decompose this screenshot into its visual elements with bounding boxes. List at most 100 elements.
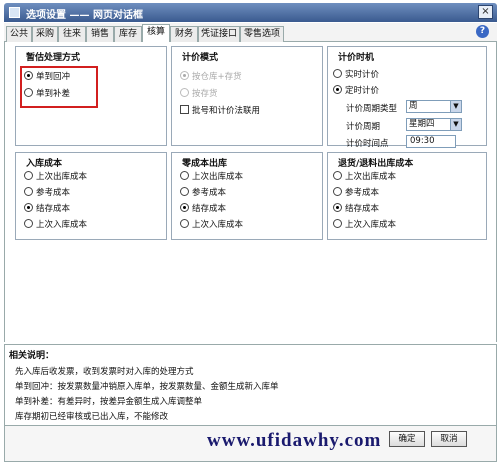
option-label: 上次入库成本 <box>345 220 397 230</box>
radio-button <box>24 203 33 212</box>
period-select[interactable]: 星期四 ▼ <box>406 118 462 131</box>
option-label: 结存成本 <box>192 204 227 214</box>
period-type-label: 计价周期类型 <box>346 104 398 114</box>
period-type-select[interactable]: 周 ▼ <box>406 100 462 113</box>
radio-button <box>333 171 342 180</box>
tab-purchase[interactable]: 采购 <box>32 26 58 42</box>
tab-sales[interactable]: 销售 <box>86 26 114 42</box>
tab-finance[interactable]: 财务 <box>170 26 198 42</box>
option-label: 结存成本 <box>36 204 71 214</box>
option-label: 结存成本 <box>345 204 380 214</box>
close-button[interactable]: × <box>478 5 493 19</box>
window-title: 选项设置 —— 网页对话框 <box>26 10 143 21</box>
notes-line: 先入库后收发票，收到发票时对入库的处理方式 <box>15 367 194 377</box>
provisional-handling-group: 暂估处理方式 单到回冲 单到补差 <box>15 46 167 146</box>
notes-line: 单到回冲：按发票数量冲销原入库单，按发票数量、金额生成新入库单 <box>15 382 279 392</box>
radio-button <box>333 85 342 94</box>
option-label: 上次出库成本 <box>192 172 244 182</box>
ok-button[interactable]: 确定 <box>389 431 425 447</box>
radio-button <box>333 69 342 78</box>
help-icon[interactable]: ? <box>476 25 489 38</box>
window-icon <box>9 7 20 18</box>
group-title: 计价时机 <box>338 53 375 63</box>
radio-button <box>180 203 189 212</box>
radio-by-warehouse-stock[interactable]: 按仓库+存货 <box>180 71 242 83</box>
option-label: 上次入库成本 <box>192 220 244 230</box>
title-bar: 选项设置 —— 网页对话框 × <box>4 3 497 22</box>
radio-button <box>180 71 189 80</box>
tab-costing[interactable]: 核算 <box>142 24 170 43</box>
option-label: 按仓库+存货 <box>192 72 242 82</box>
group-title: 入库成本 <box>26 159 63 169</box>
radio-button <box>180 88 189 97</box>
radio-single-difference[interactable]: 单到补差 <box>24 88 70 100</box>
option-label: 上次出库成本 <box>345 172 397 182</box>
pricing-mode-group: 计价模式 按仓库+存货 按存货 批号和计价法联用 <box>171 46 323 146</box>
tab-voucher-interface[interactable]: 凭证接口 <box>198 26 240 42</box>
return-outbound-cost-group: 退货/退料出库成本 上次出库成本 参考成本 结存成本 上次入库成本 <box>327 152 487 240</box>
option-label: 按存货 <box>192 89 218 99</box>
tab-accounts[interactable]: 往来 <box>58 26 86 42</box>
notes-title: 相关说明： <box>9 351 55 361</box>
option-label: 上次出库成本 <box>36 172 88 182</box>
zero-cost-outbound-group: 零成本出库 上次出库成本 参考成本 结存成本 上次入库成本 <box>171 152 323 240</box>
radio-button <box>180 187 189 196</box>
chevron-down-icon: ▼ <box>450 101 461 112</box>
checkbox-batch-pricing[interactable]: 批号和计价法联用 <box>180 105 260 117</box>
radio-button <box>24 88 33 97</box>
radio-reference-cost[interactable]: 参考成本 <box>24 187 70 199</box>
inbound-cost-group: 入库成本 上次出库成本 参考成本 结存成本 上次入库成本 <box>15 152 167 240</box>
option-label: 实时计价 <box>345 70 380 80</box>
radio-scheduled-pricing[interactable]: 定时计价 <box>333 85 379 97</box>
tab-inventory[interactable]: 库存 <box>114 26 142 42</box>
group-title: 暂估处理方式 <box>26 53 81 63</box>
tab-general[interactable]: 公共 <box>6 26 32 42</box>
radio-last-inbound-cost[interactable]: 上次入库成本 <box>24 219 87 231</box>
option-label: 单到补差 <box>36 89 71 99</box>
radio-single-reversal[interactable]: 单到回冲 <box>24 71 70 83</box>
radio-button <box>24 71 33 80</box>
radio-button <box>180 171 189 180</box>
radio-last-outbound-cost[interactable]: 上次出库成本 <box>24 171 87 183</box>
cancel-button[interactable]: 取消 <box>431 431 467 447</box>
options-dialog: 选项设置 —— 网页对话框 × 公共 采购 往来 销售 库存 核算 财务 凭证接… <box>0 0 500 465</box>
radio-button <box>180 219 189 228</box>
option-label: 参考成本 <box>345 188 380 198</box>
notes-line: 库存期初已经审核或已出入库，不能修改 <box>15 412 169 422</box>
select-value: 周 <box>409 101 418 111</box>
radio-last-outbound-cost[interactable]: 上次出库成本 <box>180 171 243 183</box>
pricing-timing-group: 计价时机 实时计价 定时计价 计价周期类型 周 ▼ 计价周期 星期四 ▼ 计价时间点… <box>327 46 487 149</box>
radio-button <box>333 219 342 228</box>
option-label: 上次入库成本 <box>36 220 88 230</box>
radio-button <box>333 203 342 212</box>
option-label: 参考成本 <box>36 188 71 198</box>
group-title: 退货/退料出库成本 <box>338 159 414 169</box>
radio-button <box>333 187 342 196</box>
radio-last-outbound-cost[interactable]: 上次出库成本 <box>333 171 396 183</box>
option-label: 批号和计价法联用 <box>192 106 261 116</box>
tab-strip: 公共 采购 往来 销售 库存 核算 财务 凭证接口 零售选项 ? <box>4 23 497 43</box>
time-point-input[interactable]: 09:30 <box>406 135 456 148</box>
option-label: 参考成本 <box>192 188 227 198</box>
radio-button <box>24 219 33 228</box>
chevron-down-icon: ▼ <box>450 119 461 130</box>
tab-retail-options[interactable]: 零售选项 <box>240 26 284 42</box>
select-value: 星期四 <box>409 119 435 129</box>
radio-balance-cost[interactable]: 结存成本 <box>24 203 70 215</box>
radio-realtime-pricing[interactable]: 实时计价 <box>333 69 379 81</box>
radio-last-inbound-cost[interactable]: 上次入库成本 <box>333 219 396 231</box>
group-title: 计价模式 <box>182 53 219 63</box>
period-label: 计价周期 <box>346 122 381 132</box>
radio-last-inbound-cost[interactable]: 上次入库成本 <box>180 219 243 231</box>
radio-balance-cost[interactable]: 结存成本 <box>333 203 379 215</box>
radio-by-stock[interactable]: 按存货 <box>180 88 218 100</box>
radio-reference-cost[interactable]: 参考成本 <box>180 187 226 199</box>
button-bar: www.ufidawhy.com 确定 取消 <box>4 426 497 462</box>
notes-line: 单到补差：有差异时，按差异金额生成入库调整单 <box>15 397 203 407</box>
option-label: 定时计价 <box>345 86 380 96</box>
radio-reference-cost[interactable]: 参考成本 <box>333 187 379 199</box>
checkbox <box>180 105 189 114</box>
radio-button <box>24 187 33 196</box>
radio-balance-cost[interactable]: 结存成本 <box>180 203 226 215</box>
option-label: 单到回冲 <box>36 72 71 82</box>
